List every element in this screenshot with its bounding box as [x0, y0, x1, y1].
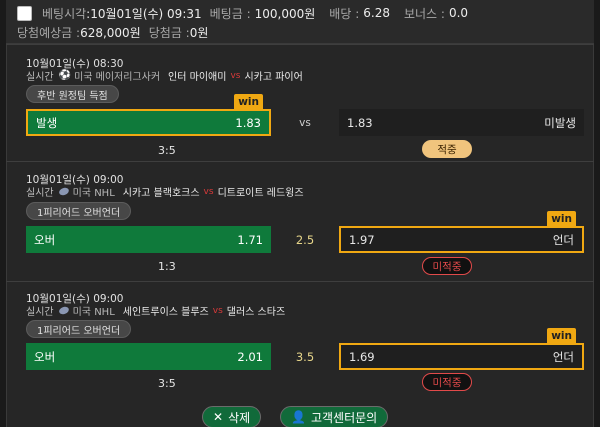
user-icon: 👤 — [291, 410, 306, 424]
result-badge: 적중 — [422, 140, 472, 158]
won-amount-value: 0원 — [189, 25, 209, 40]
away-odds-value: 1.97 — [349, 232, 375, 247]
market-badge: 1피리어드 오버언더 — [26, 320, 132, 338]
bet-time-label: 베팅시각 — [42, 6, 87, 21]
home-odds-button[interactable]: 발생 1.83 win — [26, 94, 271, 136]
expected-payout-label: 당첨예상금 : — [17, 25, 81, 40]
hockey-puck-icon — [57, 305, 70, 316]
expected-payout-value: 628,000원 — [80, 25, 141, 40]
away-option-label: 미발생 — [544, 115, 576, 130]
live-label: 실시간 — [26, 188, 54, 199]
bet-summary-header: 베팅시각 :10월01일(수) 09:31 베팅금 : 100,000원 배당 … — [6, 0, 594, 44]
league-name: 미국 NHL — [72, 188, 115, 199]
odds-row: 오버 1.71 2.5 1.97 언더 win — [26, 211, 584, 253]
delete-button[interactable]: ✕ 삭제 — [202, 406, 262, 427]
line-value: 2.5 — [295, 232, 315, 247]
bet-item: 10월01일(수) 09:00 실시간 미국 NHL 시카고 블랙호크스 vs … — [6, 161, 594, 281]
soccer-ball-icon: ⚽ — [58, 70, 72, 81]
bonus-value: 0.0 — [448, 6, 469, 20]
won-amount-label: 당첨금 : — [148, 25, 190, 40]
home-option-label: 오버 — [34, 232, 56, 247]
win-badge: win — [234, 94, 263, 110]
result-badge: 미적중 — [422, 373, 472, 391]
odds-row: 발생 1.83 win vs 1.83 미발생 — [26, 94, 584, 136]
home-team: 시카고 블랙호크스 — [122, 188, 200, 199]
home-option-label: 오버 — [34, 349, 56, 364]
win-badge: win — [547, 211, 576, 227]
home-odds-value: 2.01 — [237, 349, 263, 364]
live-label: 실시간 — [26, 307, 54, 318]
league-name: 미국 메이저리그사커 — [74, 72, 161, 83]
match-info: 실시간 미국 NHL 시카고 블랙호크스 vs 디트로이트 레드윙즈 — [26, 184, 304, 200]
delete-label: 삭제 — [228, 410, 251, 425]
bet-summary-row: 베팅시각 :10월01일(수) 09:31 베팅금 : 100,000원 배당 … — [17, 4, 476, 22]
home-team: 인터 마이애미 — [168, 72, 227, 83]
home-odds-button[interactable]: 오버 2.01 — [26, 343, 271, 370]
result-badge: 미적중 — [422, 257, 472, 275]
vs-label: vs — [203, 186, 214, 197]
away-odds-button[interactable]: 1.97 언더 win — [339, 211, 584, 253]
bet-amount-label: 베팅금 : — [209, 6, 251, 21]
away-team: 시카고 파이어 — [244, 72, 303, 83]
home-odds-button[interactable]: 오버 1.71 — [26, 226, 271, 253]
market-badge: 1피리어드 오버언더 — [26, 202, 132, 220]
customer-support-button[interactable]: 👤 고객센터문의 — [280, 406, 389, 427]
live-label: 실시간 — [26, 72, 54, 83]
final-score: 3:5 — [158, 377, 176, 390]
home-option-label: 발생 — [36, 115, 58, 130]
odds-label: 배당 : — [329, 6, 360, 21]
home-team: 세인트루이스 블루즈 — [122, 307, 209, 318]
match-info: 실시간 미국 NHL 세인트루이스 블루즈 vs 댈러스 스타즈 — [26, 303, 286, 319]
line-value: vs — [299, 116, 311, 129]
hockey-puck-icon — [57, 186, 70, 197]
bet-amount-value: 100,000원 — [254, 6, 316, 21]
away-team: 디트로이트 레드윙즈 — [217, 188, 304, 199]
market-badge: 후반 원정팀 득점 — [26, 85, 119, 103]
away-odds-value: 1.83 — [347, 115, 373, 130]
close-icon: ✕ — [213, 410, 224, 424]
bet-item: 10월01일(수) 09:00 실시간 미국 NHL 세인트루이스 블루즈 vs… — [6, 281, 594, 398]
bonus-label: 보너스 : — [403, 6, 445, 21]
line-value: 3.5 — [295, 349, 315, 364]
away-option-label: 언더 — [552, 349, 574, 364]
support-label: 고객센터문의 — [310, 410, 378, 425]
away-odds-value: 1.69 — [349, 349, 375, 364]
vs-label: vs — [212, 305, 223, 316]
away-team: 댈러스 스타즈 — [226, 307, 286, 318]
away-odds-button[interactable]: 1.83 미발생 — [339, 109, 584, 136]
bet-time-value: :10월01일(수) 09:31 — [86, 6, 202, 21]
odds-value: 6.28 — [363, 6, 390, 20]
select-checkbox[interactable] — [17, 5, 32, 21]
payout-row: 당첨예상금 : 628,000원 당첨금 : 0원 — [17, 24, 216, 40]
win-badge: win — [547, 328, 576, 344]
match-info: 실시간 ⚽ 미국 메이저리그사커 인터 마이애미 vs 시카고 파이어 — [26, 68, 303, 83]
final-score: 3:5 — [158, 144, 176, 157]
away-odds-button[interactable]: 1.69 언더 win — [339, 328, 584, 370]
home-odds-value: 1.83 — [235, 115, 261, 130]
home-odds-value: 1.71 — [237, 232, 263, 247]
odds-row: 오버 2.01 3.5 1.69 언더 win — [26, 328, 584, 370]
final-score: 1:3 — [158, 260, 176, 273]
league-name: 미국 NHL — [72, 307, 115, 318]
vs-label: vs — [230, 70, 241, 81]
bet-item: 10월01일(수) 08:30 실시간 ⚽ 미국 메이저리그사커 인터 마이애미… — [6, 44, 594, 161]
away-option-label: 언더 — [552, 232, 574, 247]
